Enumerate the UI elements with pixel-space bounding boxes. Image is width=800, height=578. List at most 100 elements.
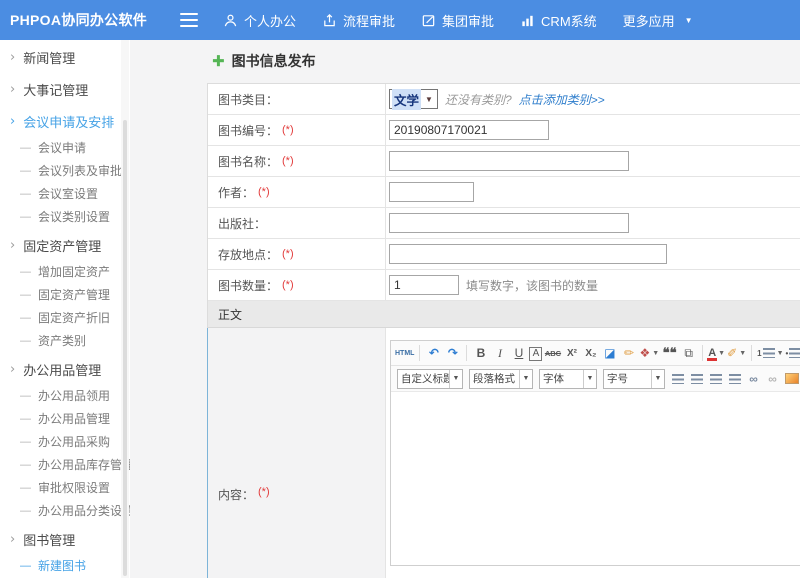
nav-crm-system[interactable]: CRM系统 <box>507 0 610 40</box>
book-name-input[interactable] <box>389 151 629 171</box>
strikethrough-icon[interactable]: ABC <box>544 344 561 363</box>
unordered-list-icon[interactable]: •▼ <box>786 344 800 363</box>
sidebar-item-office-supplies[interactable]: ›办公用品管理 <box>0 355 130 384</box>
link-icon[interactable]: ∞ <box>745 369 762 388</box>
field-hint: 填写数字，该图书的数量 <box>466 277 598 294</box>
chevron-right-icon: › <box>10 362 15 377</box>
dash-icon: — <box>20 560 31 572</box>
list-prefix: 1 <box>757 349 761 358</box>
font-size-dropdown[interactable]: 字号▼ <box>603 369 665 389</box>
field-cell-book-category: 文学▼还没有类别?点击添加类别>> <box>386 84 800 114</box>
sidebar-item-news[interactable]: ›新闻管理 <box>0 43 130 72</box>
clear-format-icon[interactable]: ✏ <box>620 344 637 363</box>
list-prefix: • <box>786 349 789 358</box>
unlink-icon[interactable]: ∞ <box>764 369 781 388</box>
sidebar-item-label: 办公用品管理 <box>38 410 110 427</box>
add-category-link[interactable]: 点击添加类别>> <box>519 91 605 108</box>
font-family-dropdown[interactable]: 字体▼ <box>539 369 597 389</box>
sidebar-item-meeting-category[interactable]: —会议类别设置 <box>0 205 130 228</box>
book-category-select[interactable]: 文学▼ <box>389 89 438 109</box>
sidebar-item-label: 新建图书 <box>38 557 86 574</box>
sidebar-item-label: 办公用品采购 <box>38 433 110 450</box>
chevron-down-icon: ▼ <box>777 350 784 357</box>
sidebar-item-supplies-purchase[interactable]: —办公用品采购 <box>0 430 130 453</box>
font-border-icon[interactable]: A <box>529 347 542 361</box>
underline-icon[interactable]: U <box>510 344 527 363</box>
author-input[interactable] <box>389 182 474 202</box>
form-row-book-number: 图书编号：(*) <box>208 115 800 146</box>
sidebar-item-asset-category[interactable]: —资产类别 <box>0 329 130 352</box>
nav-label: CRM系统 <box>541 11 597 30</box>
sidebar-item-book-new[interactable]: — 新建图书 <box>0 554 130 577</box>
book-number-input[interactable] <box>389 120 549 140</box>
undo-icon[interactable]: ↶ <box>425 344 442 363</box>
blockquote-icon[interactable]: ❝❝ <box>661 344 678 363</box>
highlight-icon[interactable]: ✐▼ <box>727 344 746 363</box>
scrollbar-thumb[interactable] <box>123 120 127 576</box>
sidebar-item-meeting-room[interactable]: —会议室设置 <box>0 182 130 205</box>
custom-title-dropdown[interactable]: 自定义标题▼ <box>397 369 463 389</box>
align-center-icon[interactable] <box>688 369 705 388</box>
dash-icon: — <box>20 188 31 200</box>
storage-location-input[interactable] <box>389 244 667 264</box>
sidebar-item-meeting-apply[interactable]: —会议申请 <box>0 136 130 159</box>
chevron-right-icon: › <box>10 114 15 129</box>
subscript-icon[interactable]: X₂ <box>582 344 599 363</box>
sidebar: ›新闻管理›大事记管理›会议申请及安排—会议申请—会议列表及审批—会议室设置—会… <box>0 40 130 578</box>
font-color-icon[interactable]: A▼ <box>708 344 725 363</box>
italic-icon[interactable]: I <box>491 344 508 363</box>
sidebar-item-label: 会议申请 <box>38 139 86 156</box>
superscript-icon[interactable]: X² <box>563 344 580 363</box>
dash-icon: — <box>20 266 31 278</box>
toolbar-separator <box>419 345 420 361</box>
sidebar-item-supplies-category[interactable]: —办公用品分类设置 <box>0 499 130 522</box>
redo-icon[interactable]: ↷ <box>444 344 461 363</box>
dropdown-value: 字体 <box>540 371 583 386</box>
sidebar-item-supplies-claim[interactable]: —办公用品领用 <box>0 384 130 407</box>
paste-text-icon[interactable]: ⧉ <box>680 344 697 363</box>
sidebar-item-approval-permission[interactable]: —审批权限设置 <box>0 476 130 499</box>
sidebar-item-events[interactable]: ›大事记管理 <box>0 75 130 104</box>
sidebar-item-books[interactable]: ›图书管理 <box>0 525 130 554</box>
ordered-list-icon[interactable]: 1▼ <box>757 344 783 363</box>
field-cell-book-quantity: 填写数字，该图书的数量 <box>386 270 800 300</box>
book-quantity-input[interactable] <box>389 275 459 295</box>
hamburger-menu-icon[interactable] <box>180 12 198 28</box>
field-label-publisher: 出版社： <box>208 208 386 238</box>
sidebar-item-meeting[interactable]: ›会议申请及安排 <box>0 107 130 136</box>
sidebar-item-supplies-manage[interactable]: —办公用品管理 <box>0 407 130 430</box>
sidebar-item-fixed-assets[interactable]: ›固定资产管理 <box>0 231 130 260</box>
required-mark: (*) <box>258 186 270 198</box>
sidebar-item-asset-depreciation[interactable]: —固定资产折旧 <box>0 306 130 329</box>
format-painter-icon[interactable]: ❖▼ <box>639 344 659 363</box>
sidebar-item-label: 固定资产管理 <box>38 286 110 303</box>
chevron-down-icon: ▼ <box>519 370 532 388</box>
rich-text-editor: HTML↶↷BIUAABCX²X₂◪✏❖▼❝❝⧉A▼✐▼1▼•▼ 自定义标题▼段… <box>390 340 800 566</box>
paragraph-format-dropdown[interactable]: 段落格式▼ <box>469 369 533 389</box>
nav-process-approval[interactable]: 流程审批 <box>309 0 408 40</box>
dash-icon: — <box>20 211 31 223</box>
align-justify-icon[interactable] <box>726 369 743 388</box>
nav-personal-office[interactable]: 个人办公 <box>210 0 309 40</box>
html-source-icon[interactable]: HTML <box>395 344 414 363</box>
field-cell-publisher <box>386 208 800 238</box>
nav-group-approval[interactable]: 集团审批 <box>408 0 507 40</box>
sidebar-item-supplies-stock[interactable]: —办公用品库存管理 <box>0 453 130 476</box>
bold-icon[interactable]: B <box>472 344 489 363</box>
dropdown-value: 自定义标题 <box>398 371 449 386</box>
align-left-icon[interactable] <box>669 369 686 388</box>
eraser-icon[interactable]: ◪ <box>601 344 618 363</box>
publisher-input[interactable] <box>389 213 629 233</box>
sidebar-item-meeting-list[interactable]: —会议列表及审批 <box>0 159 130 182</box>
editor-content-area[interactable] <box>391 391 800 565</box>
nav-more-apps[interactable]: 更多应用▼ <box>610 0 706 40</box>
dropdown-arrow-icon: ▼ <box>421 95 437 104</box>
dash-icon: — <box>20 482 31 494</box>
sidebar-item-asset-manage[interactable]: —固定资产管理 <box>0 283 130 306</box>
align-right-icon[interactable] <box>707 369 724 388</box>
sidebar-item-asset-add[interactable]: —增加固定资产 <box>0 260 130 283</box>
bars-glyph <box>672 374 684 384</box>
page-title: 图书信息发布 <box>212 50 316 72</box>
insert-image-icon[interactable] <box>783 369 800 388</box>
chevron-down-icon: ▼ <box>583 370 596 388</box>
